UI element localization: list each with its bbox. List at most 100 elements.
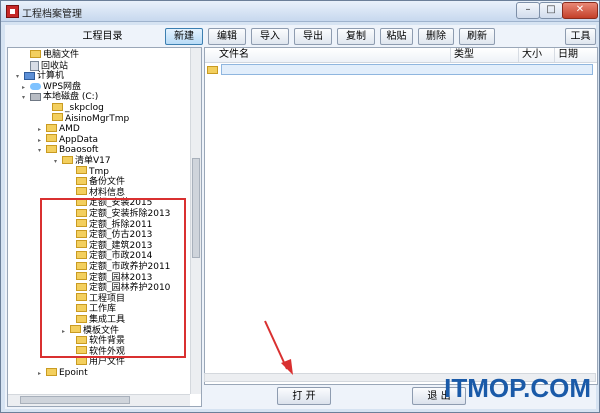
expand-arrow-icon[interactable]: ▾ — [38, 145, 46, 156]
folder-icon — [76, 272, 87, 281]
folder-icon — [76, 197, 87, 206]
tree-node-label: 工作库 — [89, 304, 117, 315]
tree-node-label: 定额_安装2015 — [89, 198, 153, 209]
folder-icon — [70, 325, 81, 334]
folder-icon — [76, 176, 87, 185]
folder-icon — [76, 187, 87, 196]
tree-node-label: 定额_市政养护2011 — [89, 262, 171, 272]
app-icon — [6, 5, 19, 18]
tree-node-label: 工程项目 — [89, 293, 126, 304]
expand-arrow-icon[interactable]: ▸ — [38, 368, 46, 379]
expand-arrow-icon[interactable]: ▸ — [22, 82, 30, 93]
file-row[interactable] — [207, 64, 593, 75]
folder-icon — [52, 102, 63, 111]
tree-node-label: 定额_安装拆除2013 — [89, 209, 171, 219]
tree-node[interactable]: 回收站 — [22, 60, 68, 72]
tree-node-label: 定额_市政2014 — [89, 251, 153, 262]
tree-node-label: 备份文件 — [89, 177, 126, 188]
expand-arrow-icon[interactable]: ▸ — [38, 135, 46, 146]
folder-icon — [76, 240, 87, 249]
tree-node[interactable]: 用户文件 — [68, 356, 125, 368]
expand-arrow-icon[interactable]: ▾ — [16, 71, 24, 82]
folder-icon — [76, 303, 87, 312]
close-button[interactable]: ✕ — [562, 2, 598, 19]
tree-node-label: _skpclog — [65, 103, 104, 113]
tree-node[interactable]: ▸ 模板文件 — [62, 325, 120, 337]
column-filename[interactable]: 文件名 — [205, 48, 451, 62]
folder-icon — [76, 293, 87, 302]
tree-node-label: 定额_园林养护2010 — [89, 283, 171, 294]
copy-button[interactable]: 复制 — [337, 28, 375, 45]
tree-node[interactable]: ▸ Epoint — [38, 367, 88, 379]
tree-node-label: Boaosoft — [59, 145, 99, 156]
edit-button[interactable]: 编辑 — [208, 28, 246, 45]
tree-node-label: 定额_建筑2013 — [89, 240, 153, 251]
disk-icon — [30, 92, 41, 101]
folder-icon — [46, 134, 57, 143]
folder-icon — [46, 123, 57, 132]
tree-node-label: 电脑文件 — [43, 50, 80, 60]
import-button[interactable]: 导入 — [251, 28, 289, 45]
folder-icon — [76, 219, 87, 228]
tree-hscroll-thumb[interactable] — [20, 396, 130, 404]
folder-icon — [52, 113, 63, 122]
folder-icon — [46, 144, 57, 153]
tree-node-label: 集成工具 — [89, 315, 126, 325]
cloud-icon — [30, 82, 41, 90]
tree-node-label: AisinoMgrTmp — [65, 113, 130, 124]
folder-icon — [76, 282, 87, 291]
tree-node-label: Epoint — [59, 368, 88, 378]
folder-icon — [30, 49, 41, 58]
expand-arrow-icon[interactable]: ▾ — [54, 156, 62, 167]
folder-icon — [76, 314, 87, 323]
tree-scroll-thumb[interactable] — [192, 158, 200, 258]
tree-node-label: 材料信息 — [89, 187, 126, 198]
refresh-button[interactable]: 刷新 — [459, 28, 495, 45]
tree-node-label: 定额_拆除2011 — [89, 219, 153, 230]
folder-icon — [76, 346, 87, 355]
column-size[interactable]: 大小 — [519, 48, 555, 62]
folder-icon — [76, 261, 87, 270]
tree-node[interactable]: ▾ 计算机 — [16, 71, 64, 82]
tree-node[interactable]: Tmp — [68, 166, 109, 178]
folder-icon — [76, 356, 87, 365]
expand-arrow-icon[interactable]: ▸ — [62, 326, 70, 337]
tree-node-label: 计算机 — [37, 71, 65, 82]
new-button[interactable]: 新建 — [165, 28, 203, 45]
expand-arrow-icon[interactable]: ▸ — [38, 124, 46, 135]
tree-node[interactable]: 电脑文件 — [22, 49, 80, 61]
tree-node-label: AppData — [59, 134, 99, 145]
file-list-header: 文件名 类型 大小 日期 — [205, 48, 597, 63]
folder-icon — [46, 367, 57, 376]
paste-button[interactable]: 粘贴 — [380, 28, 413, 45]
tree-node-label: 定额_园林2013 — [89, 272, 153, 283]
tree-node-label: Tmp — [89, 166, 109, 177]
computer-icon — [24, 71, 35, 80]
folder-icon — [76, 166, 87, 175]
column-date[interactable]: 日期 — [555, 48, 597, 62]
tree-node-label: 软件背景 — [89, 336, 126, 347]
folder-icon — [76, 208, 87, 217]
title-bar[interactable]: 工程档案管理 – □ ✕ — [1, 1, 599, 22]
export-button[interactable]: 导出 — [294, 28, 332, 45]
tools-button[interactable]: 工具 — [565, 28, 596, 45]
minimize-button[interactable]: – — [516, 2, 540, 19]
tree-vertical-scrollbar[interactable] — [190, 48, 201, 394]
open-button[interactable]: 打 开 — [277, 387, 331, 405]
file-name-editor[interactable] — [221, 64, 593, 75]
folder-icon — [76, 335, 87, 344]
directory-tree[interactable]: 电脑文件 回收站 ▾ 计算机 ▸ WPS网盘 ▾ 本地磁盘 (C:) _skpclog Aisin… — [7, 47, 202, 407]
column-type[interactable]: 类型 — [451, 48, 519, 62]
tree-horizontal-scrollbar[interactable] — [8, 394, 190, 406]
folder-icon — [76, 250, 87, 259]
maximize-button[interactable]: □ — [539, 2, 563, 19]
expand-arrow-icon[interactable]: ▾ — [22, 92, 30, 103]
tree-node[interactable]: ▸ AMD — [38, 123, 80, 135]
delete-button[interactable]: 删除 — [418, 28, 454, 45]
tree-node-label: 清单V17 — [75, 156, 111, 166]
file-list[interactable]: 文件名 类型 大小 日期 — [204, 47, 598, 385]
main-content: 工程目录 新建 编辑 导入 导出 复制 粘贴 删除 刷新 工具 电脑文件 回收站 ▾… — [5, 25, 598, 409]
tree-node-label: 模板文件 — [83, 325, 120, 336]
site-watermark: ITMOP.COM — [444, 373, 591, 403]
app-window: 工程档案管理 – □ ✕ 工程目录 新建 编辑 导入 导出 复制 粘贴 删除 刷… — [0, 0, 600, 413]
